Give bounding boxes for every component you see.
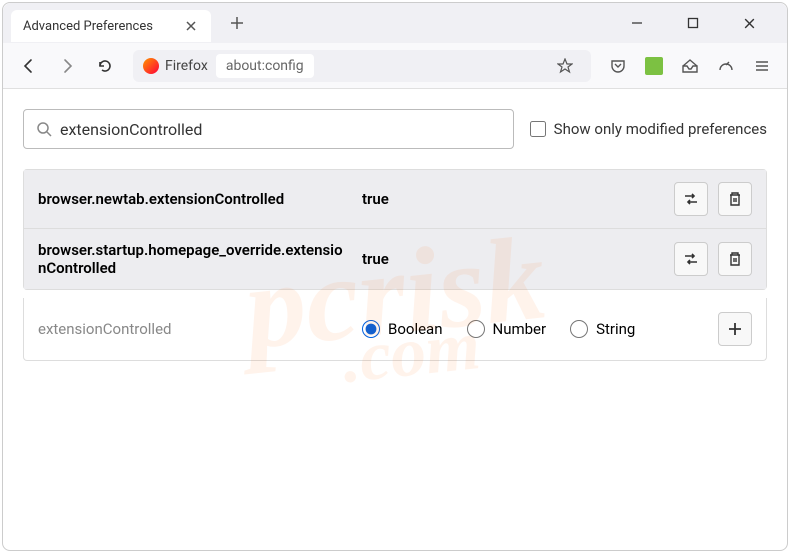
radio-string[interactable]: String — [570, 320, 635, 338]
pref-name: browser.newtab.extensionControlled — [38, 190, 348, 208]
show-modified-checkbox-label[interactable]: Show only modified preferences — [530, 120, 767, 138]
search-box — [23, 109, 514, 149]
radio-boolean-input[interactable] — [362, 320, 380, 338]
toggle-button[interactable] — [674, 182, 708, 216]
new-pref-name: extensionControlled — [38, 320, 348, 338]
pref-value: true — [362, 250, 660, 268]
radio-number-input[interactable] — [467, 320, 485, 338]
forward-button[interactable] — [51, 50, 83, 82]
new-tab-button[interactable] — [223, 9, 251, 37]
inbox-icon[interactable] — [675, 51, 705, 81]
tab-bar: Advanced Preferences — [3, 3, 787, 43]
radio-label: Boolean — [388, 320, 443, 338]
pref-actions — [674, 182, 752, 216]
window-frame: Advanced Preferences — [2, 2, 788, 551]
delete-button[interactable] — [718, 182, 752, 216]
search-icon — [36, 121, 52, 137]
window-controls — [619, 5, 779, 41]
radio-boolean[interactable]: Boolean — [362, 320, 443, 338]
close-tab-icon[interactable] — [183, 18, 199, 34]
bookmark-star-icon[interactable] — [549, 50, 581, 82]
url-text: about:config — [216, 54, 314, 78]
menu-icon[interactable] — [747, 51, 777, 81]
back-button[interactable] — [13, 50, 45, 82]
url-bar[interactable]: Firefox about:config — [133, 50, 591, 82]
radio-number[interactable]: Number — [467, 320, 547, 338]
close-window-button[interactable] — [731, 5, 767, 41]
pref-row: browser.newtab.extensionControlled true — [24, 170, 766, 229]
toolbar-right — [603, 51, 777, 81]
search-row: Show only modified preferences — [23, 109, 767, 149]
browser-tab[interactable]: Advanced Preferences — [11, 10, 211, 42]
brand-label: Firefox — [165, 58, 208, 74]
radio-label: Number — [493, 320, 547, 338]
firefox-icon — [143, 58, 159, 74]
toggle-button[interactable] — [674, 242, 708, 276]
reload-button[interactable] — [89, 50, 121, 82]
show-modified-checkbox[interactable] — [530, 121, 546, 137]
checkbox-label-text: Show only modified preferences — [554, 120, 767, 138]
pref-value: true — [362, 190, 660, 208]
search-input[interactable] — [60, 120, 501, 139]
radio-label: String — [596, 320, 635, 338]
url-brand: Firefox — [143, 58, 208, 74]
preferences-table: browser.newtab.extensionControlled true … — [23, 169, 767, 290]
content-area: Show only modified preferences browser.n… — [3, 89, 787, 381]
dashboard-icon[interactable] — [711, 51, 741, 81]
extension-icon[interactable] — [639, 51, 669, 81]
new-pref-row: extensionControlled Boolean Number Strin… — [23, 298, 767, 361]
type-radio-group: Boolean Number String — [362, 320, 704, 338]
add-button[interactable] — [718, 312, 752, 346]
pref-name: browser.startup.homepage_override.extens… — [38, 241, 348, 277]
navigation-toolbar: Firefox about:config — [3, 43, 787, 89]
delete-button[interactable] — [718, 242, 752, 276]
pocket-icon[interactable] — [603, 51, 633, 81]
minimize-button[interactable] — [619, 5, 655, 41]
maximize-button[interactable] — [675, 5, 711, 41]
radio-string-input[interactable] — [570, 320, 588, 338]
tab-title: Advanced Preferences — [23, 19, 153, 34]
pref-actions — [674, 242, 752, 276]
pref-row: browser.startup.homepage_override.extens… — [24, 229, 766, 289]
